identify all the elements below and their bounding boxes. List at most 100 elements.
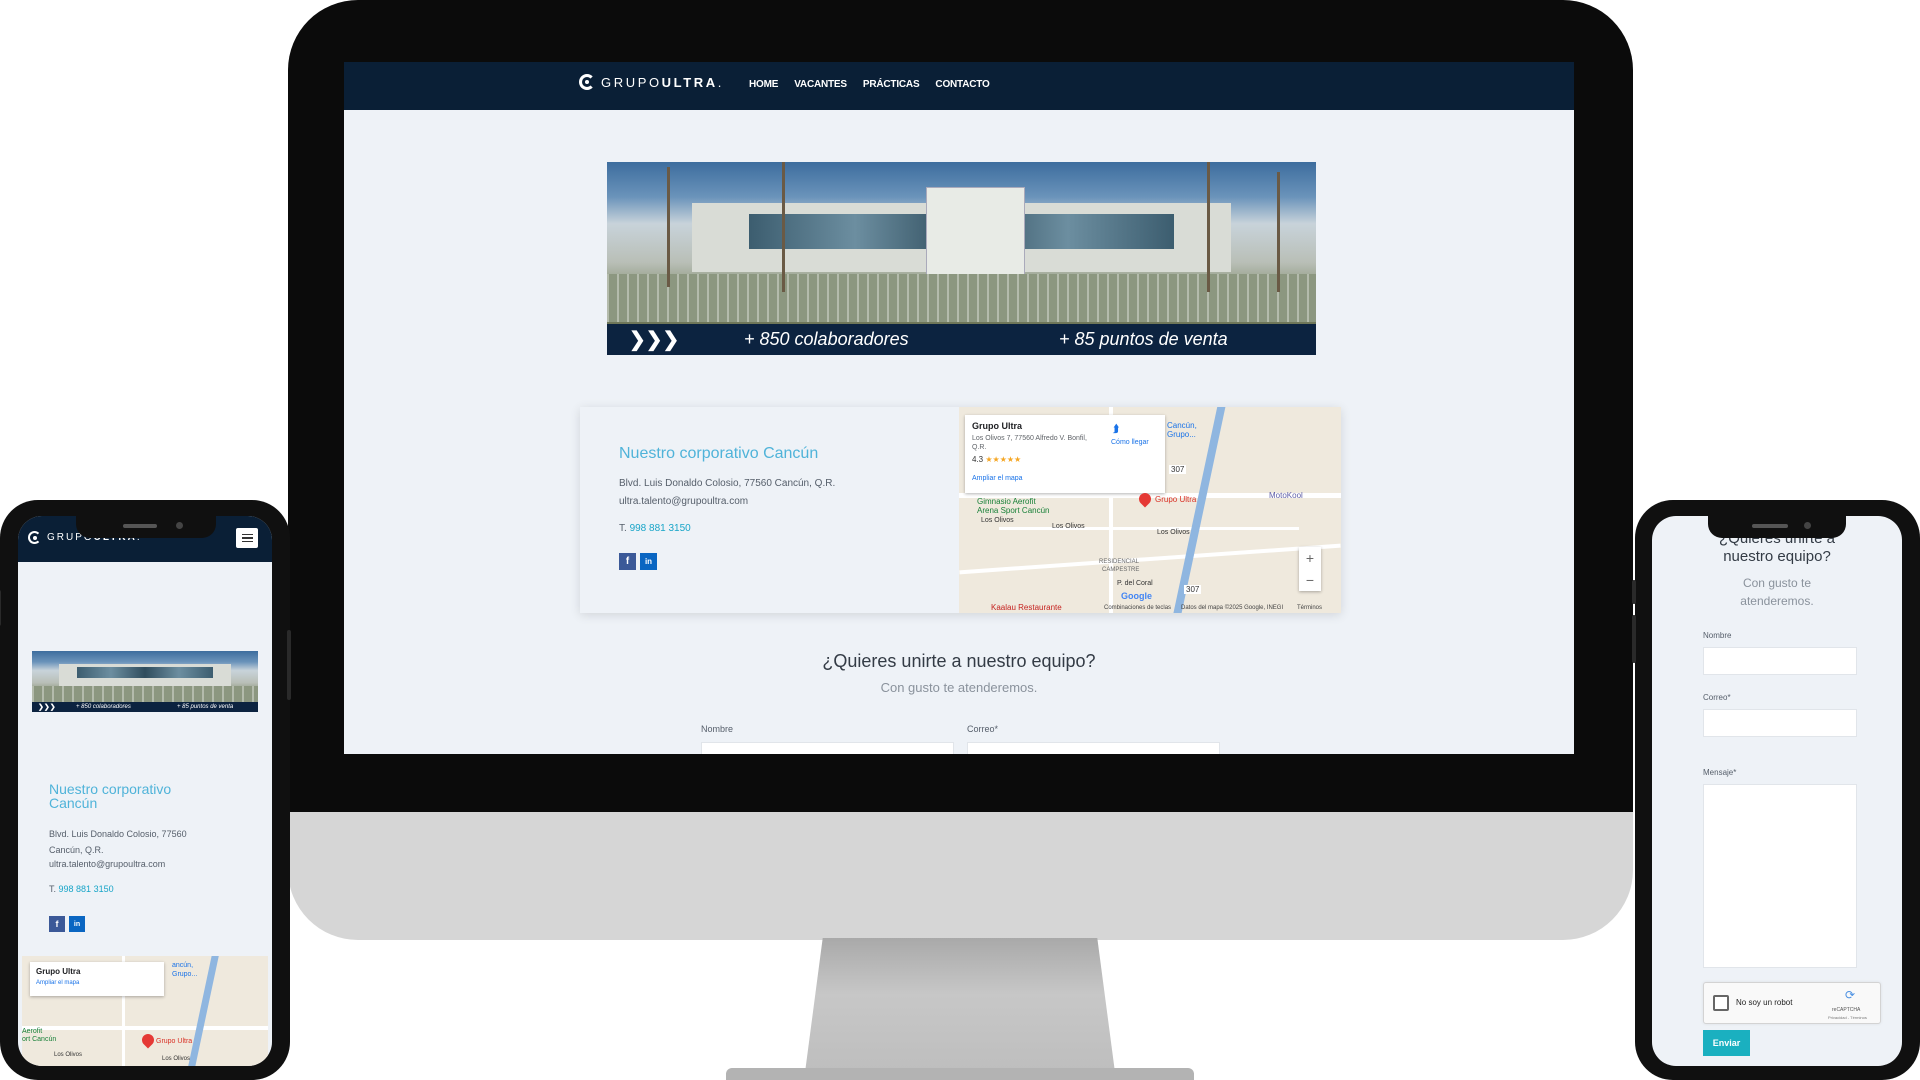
map-label-arena: ort Cancún xyxy=(22,1036,57,1043)
map-zoom-controls: + − xyxy=(1299,547,1321,591)
phone-speaker xyxy=(123,524,157,528)
join-title-line2: nuestro equipo? xyxy=(1723,548,1831,565)
palm-tree xyxy=(667,167,670,287)
phone-camera xyxy=(176,522,183,529)
map-place-name: Grupo Ultra xyxy=(36,967,81,976)
palm-tree xyxy=(1207,162,1210,292)
message-textarea[interactable] xyxy=(1703,784,1857,968)
map-road xyxy=(999,527,1299,530)
logo-icon xyxy=(579,74,595,90)
map-label-grupo: Grupo... xyxy=(1167,430,1196,439)
logo-prefix: GRUPO xyxy=(601,74,662,90)
monitor-foot xyxy=(726,1068,1194,1080)
map-info-box: Grupo Ultra Ampliar el mapa xyxy=(30,962,164,996)
contact-card: Nuestro corporativo Cancún Blvd. Luis Do… xyxy=(580,407,1341,613)
map-label-arena: Arena Sport Cancún xyxy=(977,506,1050,515)
zoom-in-button[interactable]: + xyxy=(1299,547,1321,569)
map-label-kaalau: Kaalau Restaurante xyxy=(991,603,1062,612)
map-enlarge-link[interactable]: Ampliar el mapa xyxy=(36,980,79,986)
phone-camera xyxy=(1804,522,1811,529)
recaptcha-logo-icon: ⟳ xyxy=(1845,988,1856,1002)
mobile-google-map[interactable]: Grupo Ultra Ampliar el mapa ancún, Grupo… xyxy=(22,956,268,1066)
site-header: GRUPOULTRA. HOME VACANTES PRÁCTICAS CONT… xyxy=(344,62,1574,110)
stat-points-of-sale: + 85 puntos de venta xyxy=(177,704,234,711)
submit-button[interactable]: Enviar xyxy=(1703,1030,1750,1056)
zoom-out-button[interactable]: − xyxy=(1299,569,1321,591)
mobile-join-subtitle: Con gusto te atenderemos. xyxy=(1652,574,1902,610)
name-label: Nombre xyxy=(1703,631,1732,640)
recaptcha-widget: No soy un robot ⟳ reCAPTCHA Privacidad -… xyxy=(1703,982,1881,1024)
contact-phone: T. 998 881 3150 xyxy=(49,884,114,894)
logo-icon xyxy=(28,531,41,544)
contact-title-line1: Nuestro corporativo xyxy=(49,781,172,797)
contact-email[interactable]: ultra.talento@grupoultra.com xyxy=(619,496,748,507)
hero-stats-band: ❯❯❯ + 850 colaboradores + 85 puntos de v… xyxy=(607,324,1316,355)
nav-contacto[interactable]: CONTACTO xyxy=(935,79,989,90)
map-data-credit: Datos del mapa ©2025 Google, INEGI xyxy=(1181,605,1284,611)
contact-title: Nuestro corporativo Cancún xyxy=(619,445,819,462)
menu-icon[interactable] xyxy=(236,528,258,548)
directions-icon[interactable]: ⮭ xyxy=(1113,423,1120,436)
contact-email[interactable]: ultra.talento@grupoultra.com xyxy=(49,859,165,869)
phone-link[interactable]: 998 881 3150 xyxy=(59,884,114,894)
google-map[interactable]: 307 307 Grupo Ultra Los Olivos 7, 77560 … xyxy=(959,407,1341,613)
linkedin-icon[interactable]: in xyxy=(69,916,85,932)
stat-collaborators: + 850 colaboradores xyxy=(76,704,131,711)
map-enlarge-link[interactable]: Ampliar el mapa xyxy=(972,475,1023,482)
map-place-name: Grupo Ultra xyxy=(972,421,1023,431)
join-title: ¿Quieres unirte a nuestro equipo? xyxy=(822,651,1096,671)
nav-home[interactable]: HOME xyxy=(749,79,778,90)
nav-vacantes[interactable]: VACANTES xyxy=(794,79,847,90)
phone-side-button xyxy=(1632,615,1636,663)
logo-bold: ULTRA xyxy=(661,74,718,90)
linkedin-icon[interactable]: in xyxy=(640,553,657,570)
recaptcha-links[interactable]: Privacidad - Términos xyxy=(1828,1015,1867,1020)
map-label-street: Los Olivos xyxy=(981,517,1014,524)
chevrons-icon: ❯❯❯ xyxy=(629,329,680,352)
join-subtitle-line1: Con gusto te xyxy=(1742,576,1812,590)
hero-stats-band: ❯❯❯ + 850 colaboradores + 85 puntos de v… xyxy=(32,702,258,712)
phone-prefix: T. xyxy=(619,523,627,534)
map-label-street: Los Olivos xyxy=(54,1052,83,1058)
right-phone-screen: ¿Quieres unirte a nuestro equipo? Con gus… xyxy=(1652,516,1902,1066)
email-label-text: Correo xyxy=(967,724,995,734)
email-label: Correo* xyxy=(967,724,998,734)
map-label-grupo: Grupo... xyxy=(172,971,198,978)
email-input[interactable] xyxy=(967,742,1220,754)
facebook-icon[interactable]: f xyxy=(49,916,65,932)
palm-tree xyxy=(1277,172,1280,292)
phone-link[interactable]: 998 881 3150 xyxy=(630,523,691,534)
contact-title: Nuestro corporativo Cancún xyxy=(49,782,171,810)
name-input[interactable] xyxy=(1703,647,1857,675)
map-directions-link[interactable]: Cómo llegar xyxy=(1111,439,1149,446)
map-label-street: Los Olivos xyxy=(1157,529,1190,536)
logo-dot: . xyxy=(717,74,724,90)
facebook-icon[interactable]: f xyxy=(619,553,636,570)
map-label-coral: P. del Coral xyxy=(1117,580,1153,587)
map-label-cancun: Cancún, xyxy=(1167,421,1197,430)
map-rating: 4.3 ★★★★★ xyxy=(972,455,1021,464)
map-place-address: Los Olivos 7, 77560 Alfredo V. Bonfil, xyxy=(972,435,1087,442)
site-logo[interactable]: GRUPOULTRA. xyxy=(579,74,724,90)
email-input[interactable] xyxy=(1703,709,1857,737)
name-input[interactable] xyxy=(701,742,954,754)
map-pin-icon[interactable] xyxy=(139,1031,157,1049)
map-label-aerofit: Aerofit xyxy=(22,1028,43,1035)
contact-address: Blvd. Luis Donaldo Colosio, 77560 Cancún… xyxy=(619,478,836,489)
google-logo: Google xyxy=(1121,591,1152,601)
building-fence xyxy=(32,686,258,702)
recaptcha-checkbox[interactable] xyxy=(1713,995,1729,1011)
map-pin-label: Grupo Ultra xyxy=(1155,495,1197,504)
map-road xyxy=(959,543,1341,575)
map-label-residencial: RESIDENCIAL xyxy=(1099,559,1140,565)
map-shortcuts[interactable]: Combinaciones de teclas xyxy=(1104,605,1171,611)
phone-side-button xyxy=(1632,580,1636,604)
nav-practicas[interactable]: PRÁCTICAS xyxy=(863,79,920,90)
map-terms[interactable]: Términos xyxy=(1297,605,1322,611)
building-glass xyxy=(77,667,213,679)
map-label-street: Los Olivos xyxy=(1052,523,1085,530)
map-info-box: Grupo Ultra Los Olivos 7, 77560 Alfredo … xyxy=(965,415,1165,493)
mobile-contact-card: Nuestro corporativo Cancún Blvd. Luis Don… xyxy=(28,760,262,970)
message-label-text: Mensaje xyxy=(1703,768,1734,777)
map-hw-sign: 307 xyxy=(1184,585,1202,594)
